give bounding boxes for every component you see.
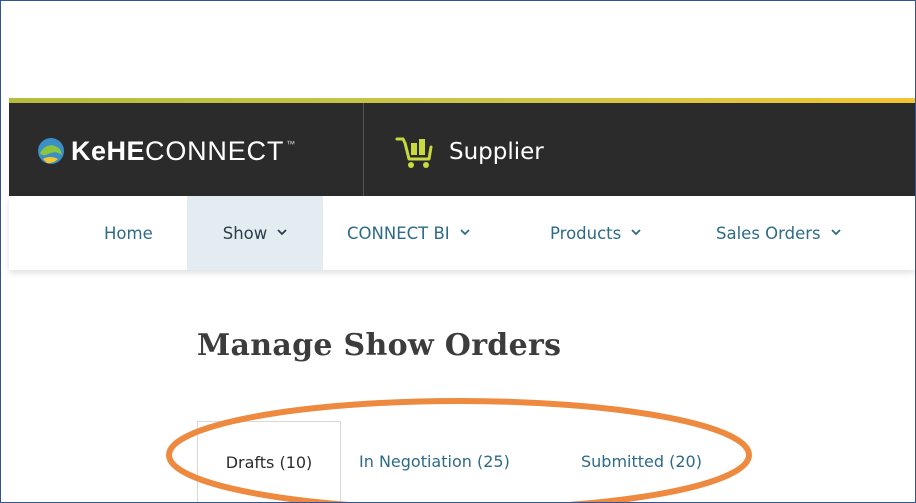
nav-item-label: Sales Orders — [716, 223, 821, 243]
trademark-symbol: ™ — [286, 139, 296, 149]
chevron-down-icon — [631, 228, 641, 235]
page-title: Manage Show Orders — [197, 328, 562, 363]
nav-item-products[interactable]: Products — [550, 196, 641, 270]
chevron-down-icon — [460, 228, 470, 235]
shopping-cart-icon — [395, 137, 433, 168]
tab-label: In Negotiation (25) — [359, 452, 510, 471]
brand-name-light: CONNECT — [145, 135, 285, 166]
kehe-connect-logo[interactable]: KeHE CONNECT ™ — [37, 133, 295, 169]
tab-in-negotiation[interactable]: In Negotiation (25) — [359, 421, 510, 502]
tab-drafts[interactable]: Drafts (10) — [197, 421, 341, 502]
order-status-tabs: Drafts (10) In Negotiation (25) Submitte… — [197, 421, 737, 502]
header-divider — [363, 103, 364, 196]
nav-item-label: CONNECT BI — [347, 223, 450, 243]
chevron-down-icon — [831, 228, 841, 235]
nav-item-label: Show — [222, 223, 268, 243]
nav-item-home[interactable]: Home — [104, 196, 153, 270]
nav-item-connect-bi[interactable]: CONNECT BI — [347, 196, 470, 270]
globe-icon — [38, 138, 64, 164]
tab-label: Submitted (20) — [581, 452, 702, 471]
screenshot-frame: KeHE CONNECT ™ Supplier Home Show CONNEC… — [0, 0, 916, 503]
nav-item-show[interactable]: Show — [187, 196, 323, 270]
supplier-label: Supplier — [449, 139, 544, 165]
main-navigation: Home Show CONNECT BI Products Sales Orde… — [9, 196, 915, 270]
supplier-portal-label[interactable]: Supplier — [395, 135, 544, 169]
nav-item-label: Products — [550, 223, 622, 243]
tab-label: Drafts (10) — [225, 452, 313, 472]
nav-item-label: Home — [104, 223, 153, 243]
chevron-down-icon — [277, 228, 287, 235]
tab-submitted[interactable]: Submitted (20) — [581, 421, 702, 502]
top-header-bar: KeHE CONNECT ™ Supplier — [9, 103, 915, 196]
brand-name-bold: KeHE — [71, 135, 146, 166]
nav-item-sales-orders[interactable]: Sales Orders — [716, 196, 841, 270]
